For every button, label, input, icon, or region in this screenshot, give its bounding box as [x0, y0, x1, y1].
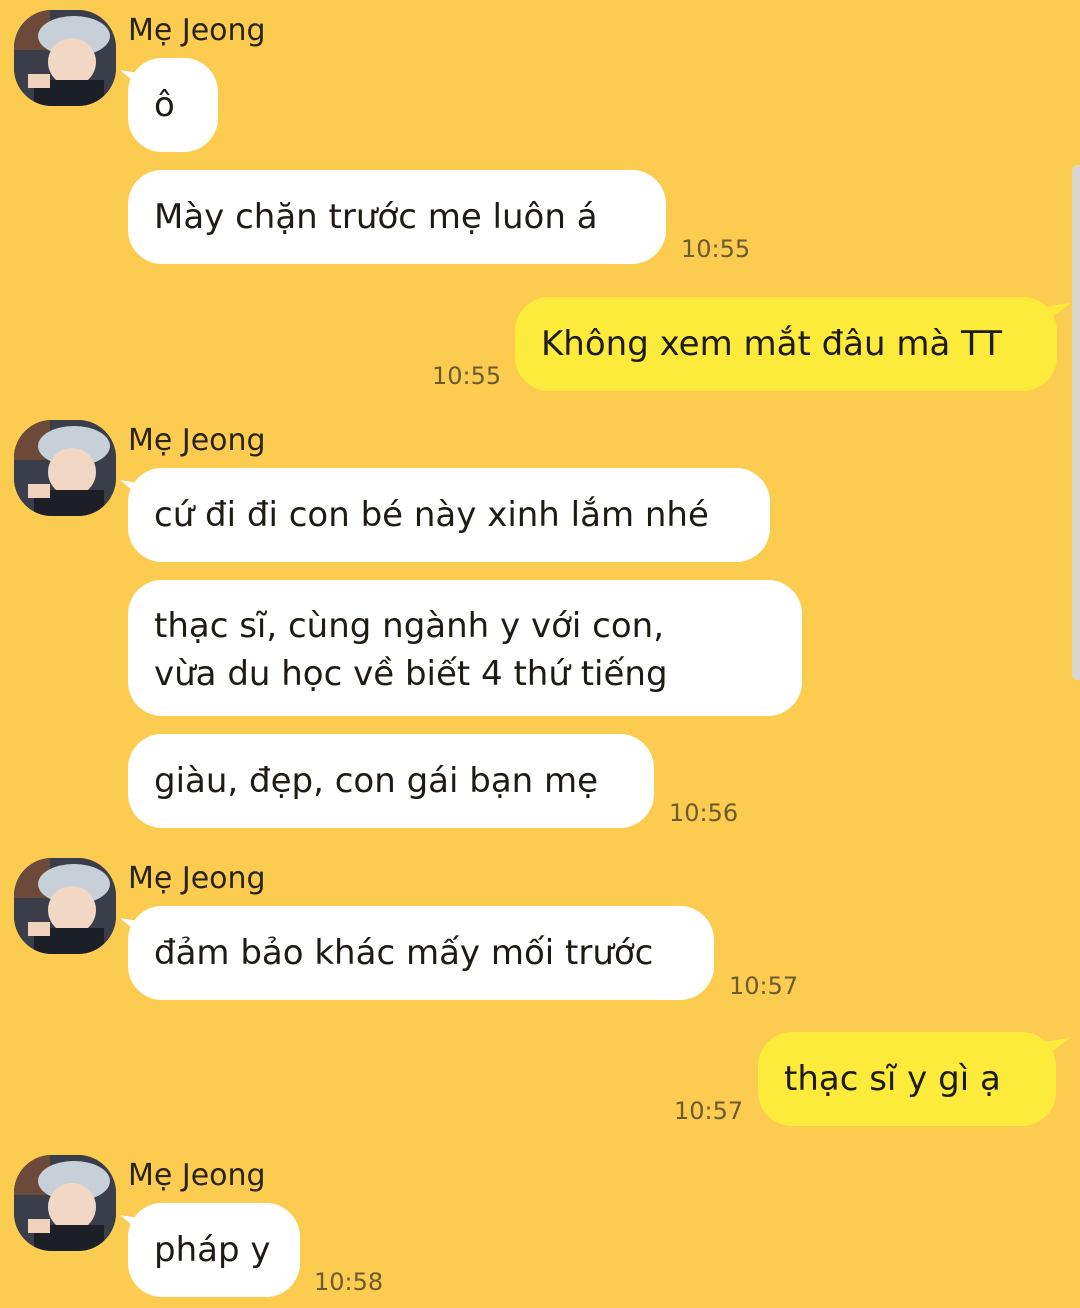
sender-name: Mẹ Jeong [128, 861, 266, 896]
message-text: đảm bảo khác mấy mối trước [154, 933, 654, 973]
message-bubble[interactable]: Mày chặn trước mẹ luôn á [128, 170, 666, 264]
message-text-line: vừa du học về biết 4 thứ tiếng [154, 654, 668, 694]
contact-avatar-icon[interactable] [14, 1155, 116, 1251]
contact-avatar-icon[interactable] [14, 420, 116, 516]
message-text: Không xem mắt đâu mà TT [541, 324, 1003, 364]
message-bubble[interactable]: thạc sĩ, cùng ngành y với con, vừa du họ… [128, 580, 802, 716]
message-text: thạc sĩ y gì ạ [784, 1059, 1001, 1099]
message-time: 10:57 [674, 1097, 744, 1125]
message-bubble[interactable]: giàu, đẹp, con gái bạn mẹ [128, 734, 654, 828]
message-time: 10:55 [432, 362, 502, 390]
outgoing-message-bubble[interactable]: Không xem mắt đâu mà TT [515, 297, 1057, 391]
message-bubble[interactable]: cứ đi đi con bé này xinh lắm nhé [128, 468, 770, 562]
chat-thread[interactable]: Mẹ Jeong ô Mày chặn trước mẹ luôn á 10:5… [0, 0, 1080, 1308]
message-time: 10:55 [681, 235, 751, 263]
message-bubble[interactable]: ô [128, 58, 218, 152]
message-text: cứ đi đi con bé này xinh lắm nhé [154, 495, 709, 535]
contact-avatar-icon[interactable] [14, 858, 116, 954]
message-text: giàu, đẹp, con gái bạn mẹ [154, 761, 599, 801]
sender-name: Mẹ Jeong [128, 423, 266, 458]
message-text: Mày chặn trước mẹ luôn á [154, 197, 598, 237]
outgoing-message-bubble[interactable]: thạc sĩ y gì ạ [758, 1032, 1056, 1126]
message-time: 10:58 [314, 1268, 384, 1296]
message-bubble[interactable]: pháp y [128, 1203, 300, 1297]
scrollbar[interactable] [1072, 165, 1080, 680]
sender-name: Mẹ Jeong [128, 13, 266, 48]
message-text: pháp y [154, 1230, 271, 1270]
message-text: ô [154, 85, 175, 125]
message-bubble[interactable]: đảm bảo khác mấy mối trước [128, 906, 714, 1000]
message-time: 10:57 [729, 972, 799, 1000]
contact-avatar-icon[interactable] [14, 10, 116, 106]
sender-name: Mẹ Jeong [128, 1158, 266, 1193]
message-time: 10:56 [669, 799, 739, 827]
message-text-line: thạc sĩ, cùng ngành y với con, [154, 606, 664, 646]
